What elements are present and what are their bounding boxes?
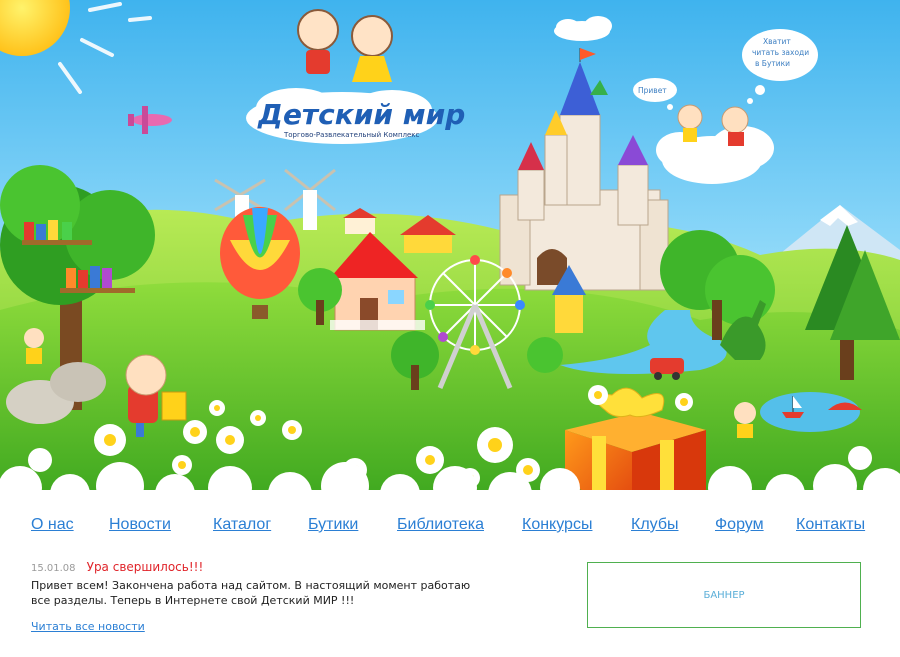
svg-text:Хватит: Хватит: [763, 37, 791, 46]
nav-link-contacts[interactable]: Контакты: [796, 516, 865, 534]
svg-text:Привет: Привет: [638, 86, 667, 95]
svg-text:в Бутики: в Бутики: [755, 59, 790, 68]
logo-subtitle: Торгово-Развлекательный Комплекс: [283, 131, 420, 139]
logo-title: Детский мир: [257, 98, 465, 131]
all-news-link[interactable]: Читать все новости: [31, 620, 145, 633]
news-title: Ура свершилось!!!: [86, 560, 204, 574]
tent-base: [404, 235, 452, 253]
nav-link-forum[interactable]: Форум: [715, 516, 764, 534]
news-block: 15.01.08 Ура свершилось!!! Привет всем! …: [31, 556, 471, 634]
nav-link-library[interactable]: Библиотека: [397, 516, 484, 534]
rock: [50, 362, 106, 402]
news-date: 15.01.08: [31, 563, 76, 574]
svg-text:читать заходи: читать заходи: [752, 48, 809, 57]
nav-link-contests[interactable]: Конкурсы: [522, 516, 592, 534]
logo-boy-icon: [297, 9, 339, 51]
news-header: 15.01.08 Ура свершилось!!!: [31, 556, 471, 575]
nav-link-clubs[interactable]: Клубы: [631, 516, 679, 534]
nav-link-news[interactable]: Новости: [109, 516, 171, 534]
hero-illustration: Привет Хватит читать заходи в Бутики Дет…: [0, 0, 900, 510]
nav-link-about[interactable]: О нас: [31, 516, 74, 534]
main-nav: О нас Новости Каталог Бутики Библиотека …: [0, 512, 900, 542]
banner-label: БАННЕР: [703, 589, 745, 601]
small-tower: [555, 295, 583, 333]
hero-scene: Привет Хватит читать заходи в Бутики Дет…: [0, 0, 900, 510]
car-icon: [650, 358, 684, 374]
banner-placeholder[interactable]: БАННЕР: [587, 562, 861, 628]
pond: [760, 392, 860, 432]
nav-link-boutiques[interactable]: Бутики: [308, 516, 358, 534]
logo-girl-icon: [351, 15, 393, 57]
news-body: Привет всем! Закончена работа над сайтом…: [31, 579, 471, 607]
logo-boy-body: [306, 50, 330, 74]
house: [345, 218, 375, 234]
windmill-tower: [303, 190, 317, 230]
kid-character: [734, 402, 756, 438]
nav-link-catalog[interactable]: Каталог: [213, 516, 271, 534]
